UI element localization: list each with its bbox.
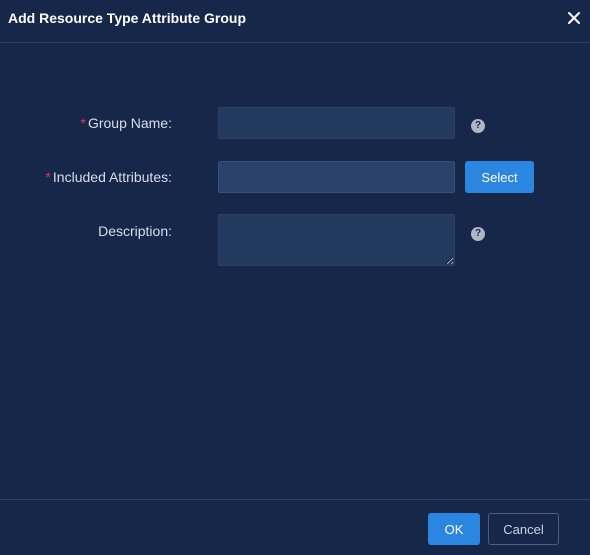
description-label-text: Description: [98, 223, 172, 239]
dialog-header: Add Resource Type Attribute Group [0, 0, 590, 43]
close-icon[interactable] [564, 8, 584, 28]
dialog-title: Add Resource Type Attribute Group [8, 10, 247, 26]
included-attributes-label: * Included Attributes: [45, 169, 172, 185]
group-name-label-text: Group Name: [87, 115, 172, 131]
group-name-help-icon[interactable]: ? [471, 119, 485, 133]
ok-button[interactable]: OK [428, 513, 480, 545]
included-attributes-input[interactable] [218, 161, 455, 193]
select-attributes-button[interactable]: Select [465, 161, 534, 193]
group-name-label: * Group Name: [81, 115, 173, 131]
required-mark: * [80, 115, 86, 131]
included-attributes-label-text: Included Attributes: [52, 169, 172, 185]
required-mark: * [45, 169, 51, 185]
add-attribute-group-dialog: Add Resource Type Attribute Group * Group… [0, 0, 590, 555]
group-name-input[interactable] [218, 107, 455, 139]
close-icon-glyph [568, 12, 580, 24]
description-label: Description: [98, 223, 172, 239]
description-textarea[interactable] [218, 214, 455, 266]
description-help-icon[interactable]: ? [471, 227, 485, 241]
cancel-button[interactable]: Cancel [488, 513, 559, 545]
